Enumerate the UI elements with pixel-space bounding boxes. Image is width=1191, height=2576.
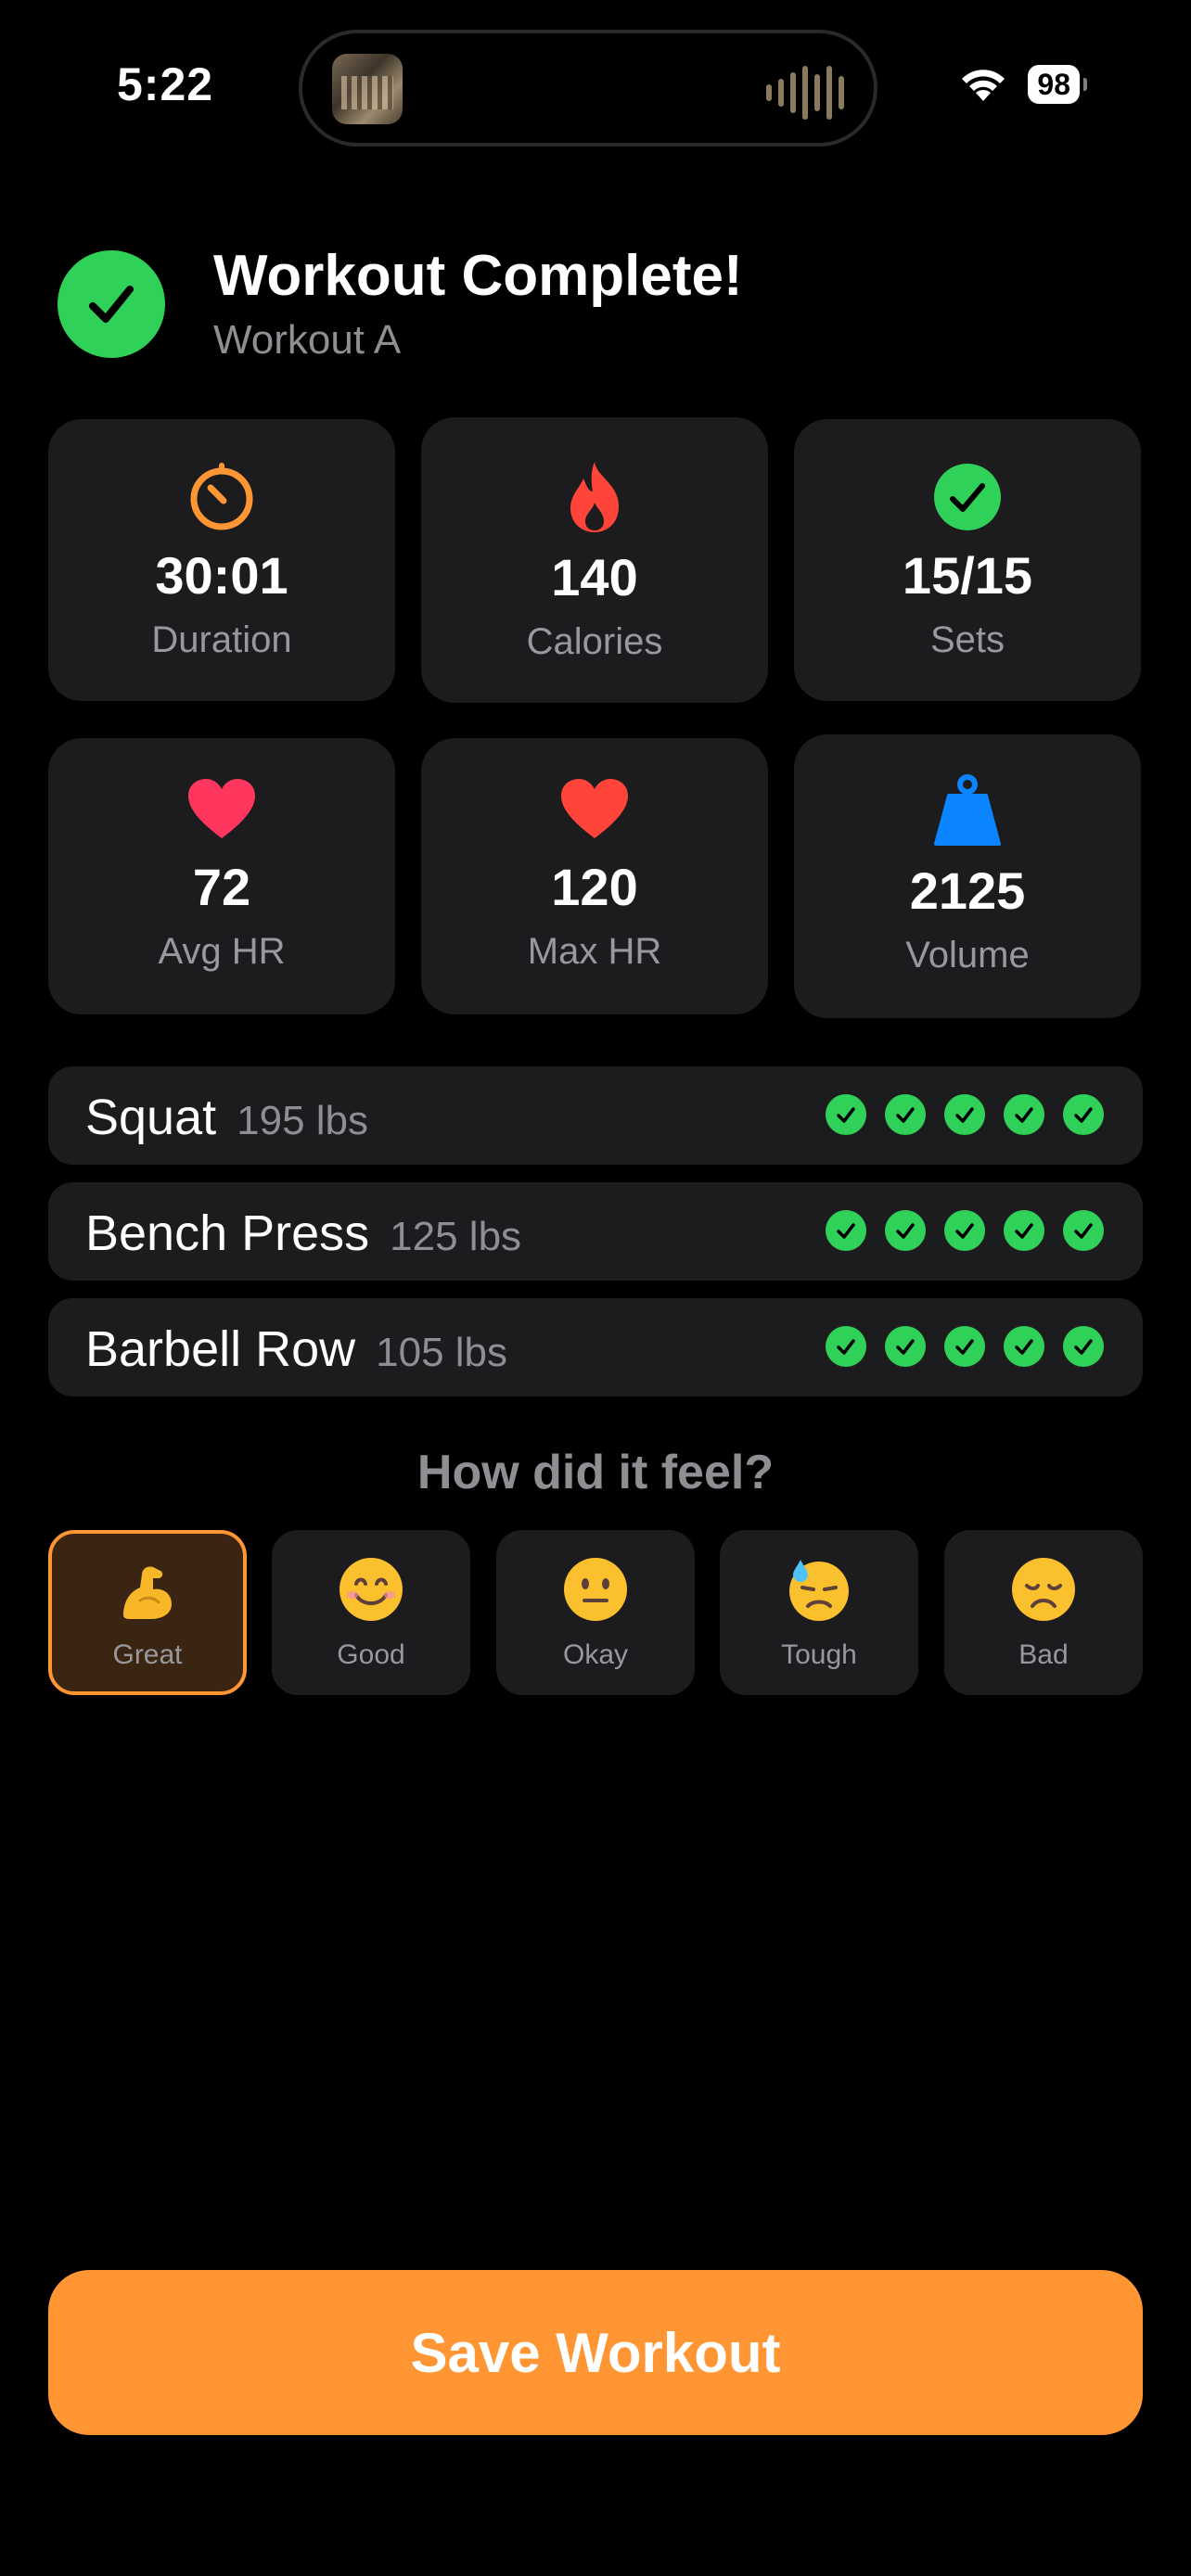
stat-card-duration: 30:01 Duration: [48, 419, 395, 701]
stat-card-max-hr: 120 Max HR: [421, 738, 768, 1014]
set-complete-check-icon[interactable]: [1004, 1210, 1044, 1251]
stat-label: Volume: [905, 935, 1030, 976]
feeling-option-great[interactable]: Great: [48, 1530, 247, 1695]
exercise-weight: 105 lbs: [376, 1330, 508, 1375]
neutral-face-icon: [564, 1558, 627, 1621]
stat-label: Avg HR: [158, 931, 286, 972]
feeling-label: Tough: [781, 1639, 857, 1670]
stat-label: Max HR: [527, 931, 662, 972]
feeling-title: How did it feel?: [416, 1446, 775, 1499]
feeling-option-bad[interactable]: Bad: [944, 1530, 1143, 1695]
stat-value: 2125: [909, 861, 1026, 920]
checkmark-circle-icon: [934, 464, 1001, 530]
exercise-row-squat[interactable]: Squat 195 lbs: [48, 1066, 1143, 1165]
smiling-face-icon: [339, 1558, 403, 1621]
set-complete-check-icon[interactable]: [944, 1326, 985, 1367]
dynamic-island[interactable]: [299, 30, 877, 147]
stat-value: 140: [551, 548, 638, 606]
feeling-option-okay[interactable]: Okay: [496, 1530, 695, 1695]
feeling-option-good[interactable]: Good: [272, 1530, 470, 1695]
exercise-name: Barbell Row: [85, 1321, 356, 1377]
stat-value: 15/15: [902, 546, 1033, 605]
set-complete-check-icon[interactable]: [1004, 1094, 1044, 1135]
workout-name: Workout A: [213, 317, 402, 363]
exercise-name: Bench Press: [85, 1205, 370, 1261]
exercise-weight: 125 lbs: [390, 1214, 522, 1259]
set-indicators: [826, 1210, 1104, 1251]
feeling-option-tough[interactable]: Tough: [720, 1530, 918, 1695]
stat-card-volume: 2125 Volume: [794, 734, 1141, 1018]
feeling-label: Okay: [562, 1639, 629, 1670]
feeling-label: Great: [112, 1639, 183, 1670]
stat-value: 72: [192, 858, 251, 916]
stat-value: 120: [551, 858, 638, 916]
set-complete-check-icon[interactable]: [826, 1094, 866, 1135]
set-complete-check-icon[interactable]: [1004, 1326, 1044, 1367]
feeling-label: Good: [337, 1639, 405, 1670]
timer-icon: [190, 463, 253, 530]
set-complete-check-icon[interactable]: [885, 1210, 926, 1251]
downcast-sweat-face-icon: [789, 1560, 849, 1621]
set-complete-check-icon[interactable]: [1063, 1094, 1104, 1135]
stat-label: Sets: [929, 619, 1005, 660]
stat-label: Duration: [151, 619, 292, 660]
set-complete-check-icon[interactable]: [885, 1326, 926, 1367]
exercise-name: Squat: [85, 1090, 217, 1145]
set-indicators: [826, 1326, 1104, 1367]
page-title: Workout Complete!: [213, 244, 743, 308]
set-complete-check-icon[interactable]: [944, 1094, 985, 1135]
heart-icon: [561, 779, 628, 838]
set-complete-check-icon[interactable]: [826, 1326, 866, 1367]
stat-card-avg-hr: 72 Avg HR: [48, 738, 395, 1014]
status-indicators: 98: [959, 65, 1087, 104]
workout-complete-check-icon: [58, 250, 165, 358]
audio-waveform-icon: [766, 65, 844, 121]
set-complete-check-icon[interactable]: [885, 1094, 926, 1135]
heart-icon: [188, 779, 255, 838]
status-time: 5:22: [117, 58, 214, 110]
feeling-label: Bad: [1018, 1639, 1069, 1670]
stat-label: Calories: [526, 621, 663, 662]
exercise-row-barbell-row[interactable]: Barbell Row 105 lbs: [48, 1298, 1143, 1396]
set-complete-check-icon[interactable]: [1063, 1210, 1104, 1251]
disappointed-face-icon: [1012, 1558, 1075, 1621]
now-playing-artwork: [332, 54, 403, 124]
flame-icon: [570, 462, 619, 532]
save-workout-button[interactable]: Save Workout: [48, 2270, 1143, 2435]
battery-indicator: 98: [1028, 65, 1087, 104]
set-complete-check-icon[interactable]: [944, 1210, 985, 1251]
exercise-row-bench-press[interactable]: Bench Press 125 lbs: [48, 1182, 1143, 1281]
wifi-icon: [962, 70, 1005, 101]
stat-value: 30:01: [155, 546, 288, 605]
set-complete-check-icon[interactable]: [1063, 1326, 1104, 1367]
set-indicators: [826, 1094, 1104, 1135]
set-complete-check-icon[interactable]: [826, 1210, 866, 1251]
flexed-biceps-icon: [123, 1566, 172, 1619]
stat-card-sets: 15/15 Sets: [794, 419, 1141, 701]
stat-card-calories: 140 Calories: [421, 417, 768, 703]
exercise-weight: 195 lbs: [237, 1098, 369, 1143]
scalemass-icon: [934, 774, 1001, 846]
